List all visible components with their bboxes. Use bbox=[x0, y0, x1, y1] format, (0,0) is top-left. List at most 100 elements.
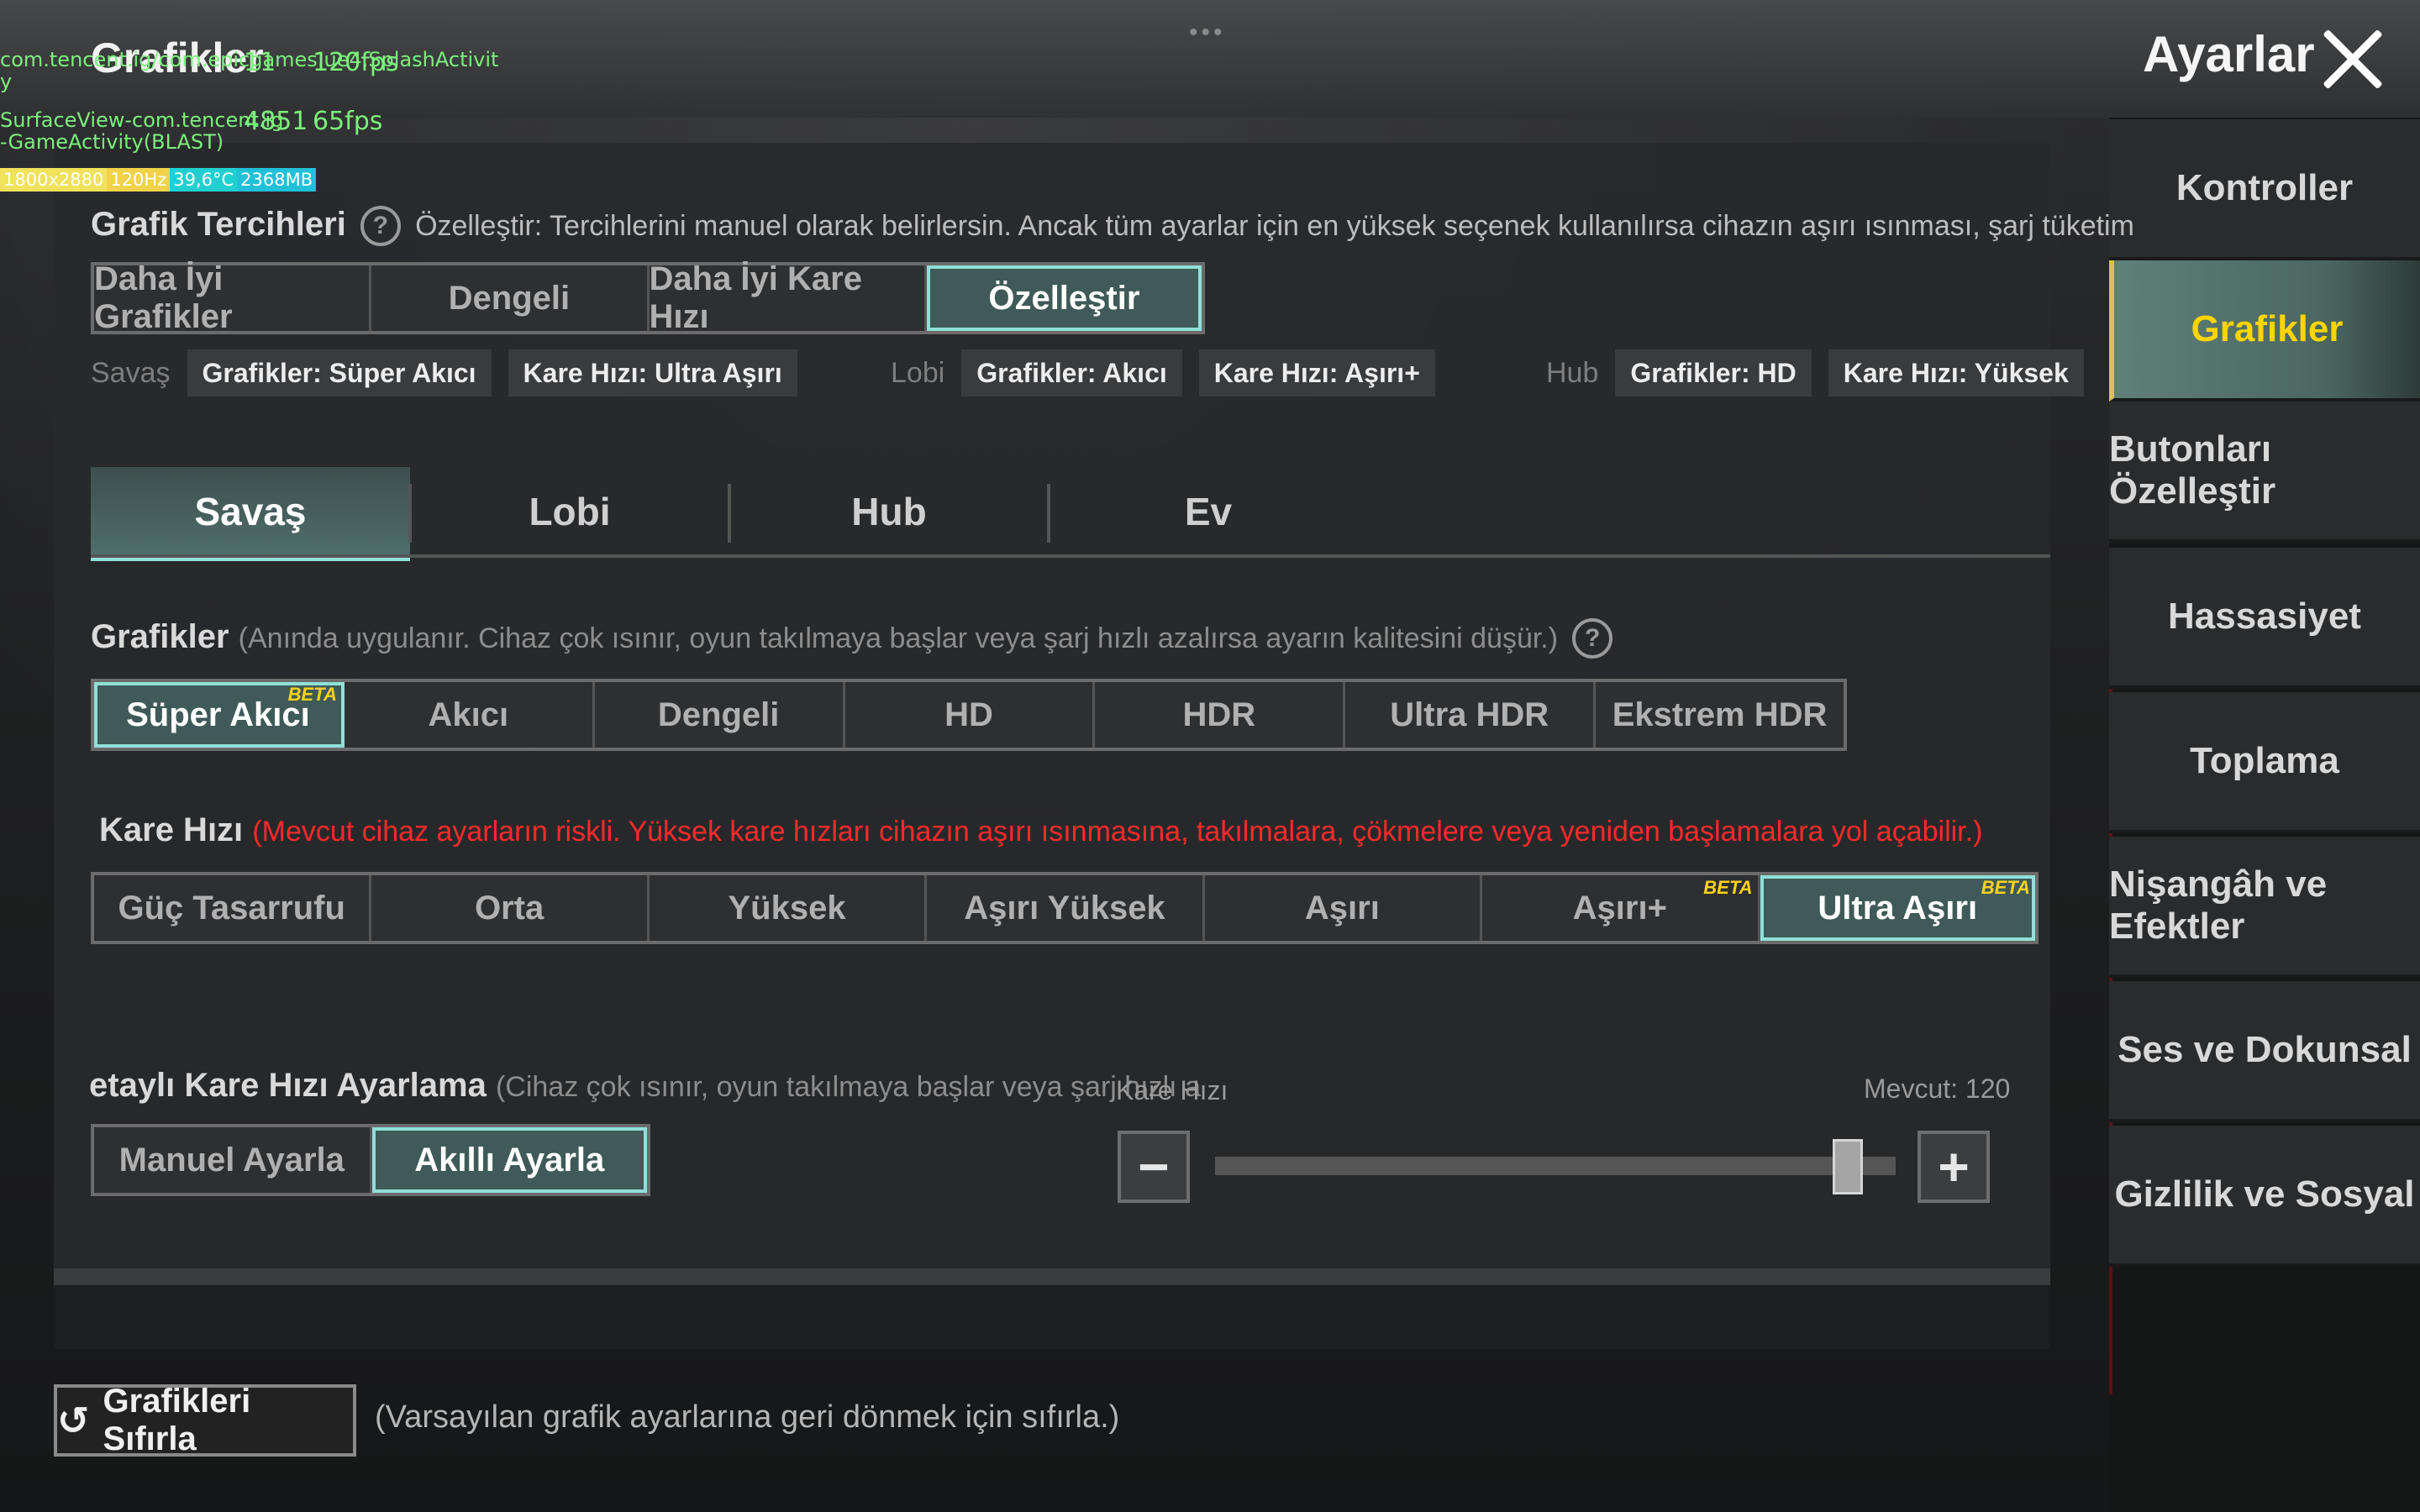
sidebar-item-kontroller[interactable]: Kontroller bbox=[2109, 119, 2420, 260]
framerate-option[interactable]: Orta bbox=[371, 875, 650, 941]
graphics-option[interactable]: Süper Akıcı BETA bbox=[94, 682, 345, 748]
tab-sava[interactable]: Savaş bbox=[91, 467, 410, 561]
settings-title: Ayarlar bbox=[2143, 26, 2315, 82]
framerate-option[interactable]: Ultra Aşırı BETA bbox=[1760, 875, 2035, 941]
sidebar-item-ni-ang-h-ve-efektler[interactable]: Nişangâh ve Efektler bbox=[2109, 837, 2420, 978]
framerate-selector: Güç Tasarrufu Orta Yüksek Aşırı Yüksek Aşırı… bbox=[91, 872, 2039, 944]
debug-count-2: 4851 bbox=[244, 107, 308, 136]
summary-chip: Grafikler: Akıcı bbox=[961, 349, 1182, 396]
debug-count-1: 11 bbox=[244, 48, 276, 77]
sidebar-item-ses-ve-dokunsal[interactable]: Ses ve Dokunsal bbox=[2109, 981, 2420, 1122]
prefs-option[interactable]: Özelleştir bbox=[926, 265, 1202, 331]
tab-lobi[interactable]: Lobi bbox=[410, 467, 729, 556]
framerate-slider-thumb[interactable] bbox=[1833, 1139, 1863, 1194]
framerate-option-label: Yüksek bbox=[728, 889, 846, 927]
graphics-option[interactable]: Ultra HDR bbox=[1345, 682, 1597, 748]
summary-hub-label: Hub bbox=[1546, 356, 1599, 389]
sidebar-item-hassasiyet[interactable]: Hassasiyet bbox=[2109, 548, 2420, 689]
detailed-option[interactable]: Manuel Ayarla bbox=[94, 1127, 372, 1193]
debug-badge-memory: 2368MB bbox=[237, 168, 317, 192]
debug-badge-resolution: 1800x2880 bbox=[0, 168, 108, 192]
graphics-option[interactable]: HDR bbox=[1095, 682, 1346, 748]
graphics-option[interactable]: Akıcı bbox=[345, 682, 595, 748]
tab-ev[interactable]: Ev bbox=[1049, 467, 1368, 556]
summary-lobi: Lobi Grafikler: Akıcı Kare Hızı: Aşırı+ bbox=[891, 349, 1452, 396]
sidebar-item-toplama[interactable]: Toplama bbox=[2109, 692, 2420, 833]
panel-lower bbox=[54, 1285, 2050, 1349]
reset-button-label: Grafikleri Sıfırla bbox=[103, 1383, 251, 1457]
debug-badge-temp: 39,6°C bbox=[170, 168, 238, 192]
sidebar-item-gizlilik-ve-sosyal[interactable]: Gizlilik ve Sosyal bbox=[2109, 1126, 2420, 1267]
detailed-option-label: Manuel Ayarla bbox=[118, 1141, 345, 1179]
framerate-section: Kare Hızı (Mevcut cihaz ayarların riskli… bbox=[99, 811, 1982, 849]
framerate-slider-track[interactable] bbox=[1215, 1157, 1896, 1175]
debug-fps-2: 65fps bbox=[313, 107, 383, 136]
graphics-option-label: Akıcı bbox=[428, 696, 509, 733]
graphics-section: Grafikler (Anında uygulanır. Cihaz çok ı… bbox=[91, 618, 1618, 659]
detailed-note: (Cihaz çok ısınır, oyun takılmaya başlar… bbox=[495, 1071, 1201, 1103]
framerate-option-label: Orta bbox=[475, 889, 544, 927]
prefs-option-label: Dengeli bbox=[448, 279, 571, 317]
reset-note: (Varsayılan grafik ayarlarına geri dönme… bbox=[375, 1399, 1120, 1435]
tabs-underline bbox=[91, 554, 2050, 558]
summary-chip: Grafikler: Süper Akıcı bbox=[187, 349, 492, 396]
decrease-button[interactable]: − bbox=[1118, 1131, 1190, 1203]
prefs-option[interactable]: Daha İyi Grafikler bbox=[94, 260, 372, 335]
graphics-option-label: Ultra HDR bbox=[1390, 696, 1549, 733]
panel-divider bbox=[54, 1268, 2050, 1285]
slider-label: Kare Hızı bbox=[1116, 1075, 1228, 1105]
debug-surface-name: SurfaceView-com.tencent.ig bbox=[0, 108, 284, 132]
framerate-warning: (Mevcut cihaz ayarların riskli. Yüksek k… bbox=[252, 816, 1983, 848]
sidebar-item-grafikler[interactable]: Grafikler bbox=[2109, 260, 2420, 402]
summary-chip: Grafikler: HD bbox=[1615, 349, 1812, 396]
prefs-option[interactable]: Daha İyi Kare Hızı bbox=[650, 260, 927, 335]
beta-badge: BETA bbox=[287, 684, 337, 705]
framerate-option[interactable]: Aşırı Yüksek bbox=[927, 875, 1205, 941]
graphics-option-label: Süper Akıcı bbox=[126, 696, 310, 733]
prefs-option-label: Daha İyi Kare Hızı bbox=[649, 260, 862, 335]
summary-chip: Kare Hızı: Yüksek bbox=[1828, 349, 2084, 396]
summary-savas: Savaş Grafikler: Süper Akıcı Kare Hızı: … bbox=[91, 349, 814, 396]
framerate-option[interactable]: Yüksek bbox=[650, 875, 928, 941]
framerate-option-label: Aşırı bbox=[1304, 889, 1380, 927]
prefs-option-label: Daha İyi Grafikler bbox=[94, 260, 233, 335]
detailed-option[interactable]: Akıllı Ayarla bbox=[371, 1127, 647, 1193]
help-icon[interactable]: ? bbox=[1572, 618, 1613, 659]
mode-tabs: Savaş Lobi Hub Ev bbox=[91, 467, 2050, 561]
help-icon[interactable]: ? bbox=[360, 206, 401, 247]
graphics-option[interactable]: Dengeli bbox=[595, 682, 845, 748]
increase-button[interactable]: + bbox=[1918, 1131, 1990, 1203]
debug-process-name-tail: y bbox=[0, 70, 13, 93]
framerate-option[interactable]: Güç Tasarrufu bbox=[94, 875, 372, 941]
framerate-title: Kare Hızı bbox=[99, 811, 244, 848]
summary-savas-label: Savaş bbox=[91, 356, 171, 389]
summary-chip: Kare Hızı: Aşırı+ bbox=[1198, 349, 1435, 396]
close-icon[interactable] bbox=[2319, 25, 2386, 92]
summary-lobi-label: Lobi bbox=[891, 356, 945, 389]
prefs-section: Grafik Tercihleri ? Özelleştir: Tercihle… bbox=[91, 206, 2134, 247]
debug-fps-1: 120fps bbox=[313, 48, 399, 77]
tab-hub[interactable]: Hub bbox=[729, 467, 1049, 556]
graphics-option-label: Ekstrem HDR bbox=[1612, 696, 1828, 733]
reset-icon: ↺ bbox=[57, 1399, 90, 1442]
prefs-option-label: Özelleştir bbox=[988, 279, 1140, 317]
debug-surface-name-tail: -GameActivity(BLAST) bbox=[0, 130, 224, 154]
prefs-option[interactable]: Dengeli bbox=[371, 265, 650, 331]
framerate-option[interactable]: Aşırı+ BETA bbox=[1482, 875, 1760, 941]
reset-graphics-button[interactable]: ↺ Grafikleri Sıfırla bbox=[54, 1383, 356, 1457]
graphics-option[interactable]: HD bbox=[845, 682, 1096, 748]
framerate-option-label: Aşırı Yüksek bbox=[964, 889, 1165, 927]
framerate-option-label: Aşırı+ bbox=[1572, 889, 1667, 927]
debug-badge-refresh: 120Hz bbox=[107, 168, 171, 192]
summary-hub: Hub Grafikler: HD Kare Hızı: Yüksek bbox=[1546, 349, 2101, 396]
sidebar-item-butonlar-zelle-tir[interactable]: Butonları Özelleştir bbox=[2109, 402, 2420, 543]
framerate-option-label: Güç Tasarrufu bbox=[118, 889, 345, 927]
graphics-option[interactable]: Ekstrem HDR bbox=[1596, 682, 1844, 748]
framerate-option[interactable]: Aşırı bbox=[1205, 875, 1483, 941]
framerate-option-label: Ultra Aşırı bbox=[1818, 889, 1978, 927]
drag-handle-dots[interactable]: ••• bbox=[1189, 18, 1226, 47]
summary-chip: Kare Hızı: Ultra Aşırı bbox=[508, 349, 797, 396]
graphics-option-label: Dengeli bbox=[657, 696, 780, 733]
prefs-note: Özelleştir: Tercihlerini manuel olarak b… bbox=[415, 210, 2134, 242]
graphics-option-label: HDR bbox=[1182, 696, 1256, 733]
